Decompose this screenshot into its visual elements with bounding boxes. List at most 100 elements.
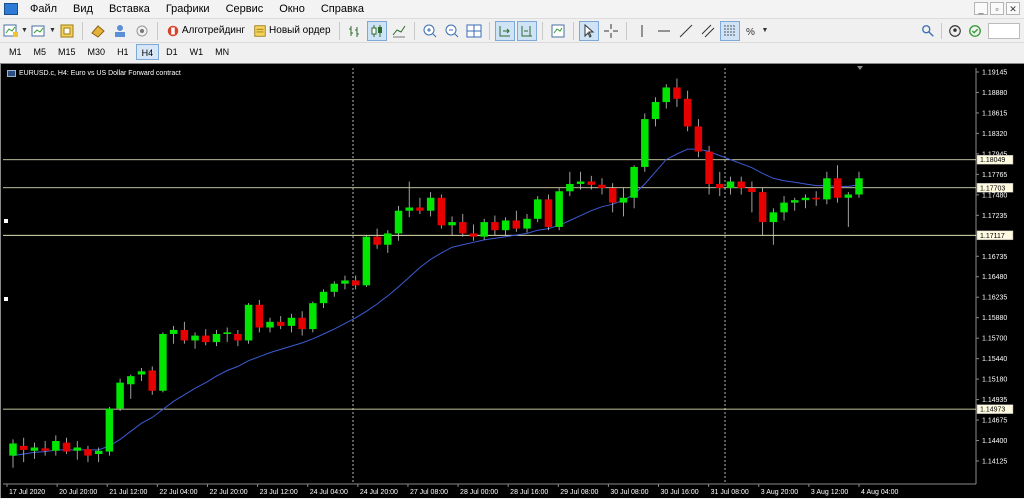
candle-body <box>62 442 71 452</box>
timeframe-m30[interactable]: M30 <box>83 44 111 60</box>
price-tick-label: 1.17765 <box>982 172 1007 179</box>
timeframe-w1[interactable]: W1 <box>185 44 209 60</box>
price-tick-label: 1.14935 <box>982 397 1007 404</box>
toolbar-separator <box>413 21 415 40</box>
candle-body <box>41 448 49 451</box>
candle-body <box>683 98 692 127</box>
profiles-button[interactable] <box>29 21 49 41</box>
price-tick-label: 1.18880 <box>982 90 1007 97</box>
check-circle-icon[interactable] <box>968 24 982 38</box>
candle-body <box>469 233 478 237</box>
chevron-down-icon[interactable]: ▼ <box>762 27 769 34</box>
tile-windows-button[interactable] <box>464 21 484 41</box>
candle-body <box>726 181 735 189</box>
candle-body <box>619 197 628 203</box>
price-chart[interactable]: 1.191451.188801.186151.183201.179451.177… <box>1 64 1024 499</box>
zoom-out-button[interactable] <box>442 21 462 41</box>
price-tick-label: 1.15700 <box>982 336 1007 343</box>
price-tick-label: 1.16235 <box>982 295 1007 302</box>
market-watch-icon <box>60 24 74 37</box>
candlestick-chart-button[interactable] <box>366 20 387 41</box>
text-tool-button[interactable]: % <box>742 21 762 41</box>
chart-shift-button[interactable] <box>516 20 537 41</box>
new-chart-button[interactable] <box>1 21 21 41</box>
candle-body <box>373 236 381 245</box>
candle-body <box>716 183 724 189</box>
menu-file[interactable]: Файл <box>24 0 67 18</box>
account-icon[interactable] <box>948 24 962 38</box>
cursor-button[interactable] <box>578 20 599 41</box>
menu-charts[interactable]: Графики <box>160 0 220 18</box>
signals-button[interactable] <box>132 21 152 41</box>
candle-body <box>212 333 221 343</box>
candle-body <box>426 197 435 211</box>
price-tick-label: 1.14675 <box>982 418 1007 425</box>
search-icon[interactable] <box>921 24 935 38</box>
timeframe-m5[interactable]: M5 <box>29 44 52 60</box>
terminal-button[interactable] <box>110 21 130 41</box>
candle-body <box>223 332 231 334</box>
menu-tools[interactable]: Сервис <box>220 0 274 18</box>
templates-button[interactable] <box>548 21 568 41</box>
restore-button[interactable]: ▫ <box>990 2 1004 15</box>
timeframe-h1[interactable]: H1 <box>112 44 134 60</box>
timeframe-m1[interactable]: M1 <box>4 44 27 60</box>
menu-help[interactable]: Справка <box>315 0 374 18</box>
candle-body <box>19 445 28 450</box>
horizontal-line-button[interactable] <box>654 21 674 41</box>
market-watch-button[interactable] <box>57 21 77 41</box>
chevron-down-icon[interactable]: ▼ <box>49 27 56 34</box>
equidistant-channel-button[interactable] <box>698 21 718 41</box>
trend-line-button[interactable] <box>676 21 696 41</box>
candle-body <box>512 220 521 229</box>
price-tick-label: 1.19145 <box>982 70 1007 77</box>
time-tick-label: 3 Aug 12:00 <box>811 489 848 496</box>
timeframe-mn[interactable]: MN <box>210 44 234 60</box>
candle-body <box>437 197 446 226</box>
moving-average-line <box>12 148 860 457</box>
candle-body <box>501 220 510 231</box>
line-chart-button[interactable] <box>389 21 409 41</box>
zoom-in-button[interactable] <box>420 21 440 41</box>
auto-scroll-button[interactable] <box>494 20 515 41</box>
menu-window[interactable]: Окно <box>273 0 315 18</box>
candle-body <box>362 236 371 286</box>
new-order-label: Новый ордер <box>269 25 331 36</box>
candle-body <box>341 280 349 284</box>
candlestick-chart-icon <box>371 24 382 37</box>
time-tick-label: 24 Jul 20:00 <box>360 489 398 496</box>
new-order-button[interactable]: Новый ордер <box>249 21 335 41</box>
search-input[interactable] <box>988 22 1020 39</box>
time-tick-label: 17 Jul 2020 <box>9 489 45 496</box>
navigator-icon <box>91 24 105 38</box>
chevron-down-icon[interactable]: ▼ <box>21 27 28 34</box>
candle-body <box>127 376 135 385</box>
chart-window-icon <box>7 70 16 77</box>
timeframe-h4[interactable]: H4 <box>135 44 160 60</box>
time-tick-label: 22 Jul 20:00 <box>209 489 247 496</box>
navigator-button[interactable] <box>88 21 108 41</box>
candle-body <box>673 87 681 99</box>
fibonacci-button[interactable] <box>719 20 740 41</box>
timeframe-d1[interactable]: D1 <box>161 44 183 60</box>
minimize-button[interactable]: _ <box>974 2 988 15</box>
timeframe-m15[interactable]: M15 <box>53 44 81 60</box>
crosshair-icon <box>603 23 618 38</box>
chart-window[interactable]: 1.19145 1.18880 1.18615 1.18320 1.17945 1.177… <box>0 63 1024 498</box>
vertical-line-button[interactable] <box>632 21 652 41</box>
menu-insert[interactable]: Вставка <box>103 0 160 18</box>
bar-chart-button[interactable] <box>345 21 365 41</box>
price-line-label: 1.14973 <box>980 407 1005 414</box>
candle-body <box>812 197 820 200</box>
price-tick-label: 1.18615 <box>982 110 1007 117</box>
algotrading-button[interactable]: Алготрейдинг <box>162 21 249 41</box>
bar-chart-icon <box>348 25 359 37</box>
price-line-label: 1.17117 <box>980 233 1005 240</box>
app-icon <box>4 3 18 15</box>
time-tick-label: 20 Jul 20:00 <box>59 489 97 496</box>
menu-view[interactable]: Вид <box>67 0 103 18</box>
templates-icon <box>551 24 565 37</box>
close-button[interactable]: ✕ <box>1006 2 1020 15</box>
crosshair-button[interactable] <box>601 21 621 41</box>
time-tick-label: 22 Jul 04:00 <box>159 489 197 496</box>
